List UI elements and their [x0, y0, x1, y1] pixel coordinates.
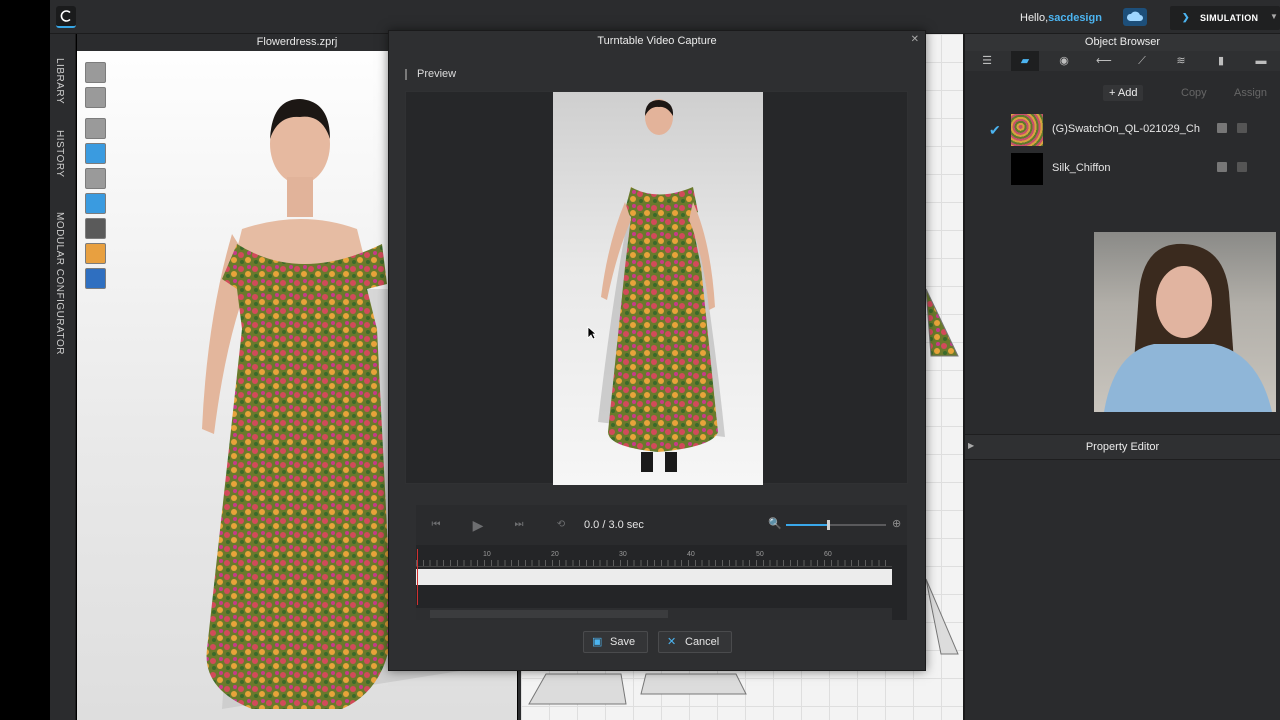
environment-icon[interactable] [85, 268, 106, 289]
cloud-icon [1126, 11, 1143, 21]
object-browser-tabs: ☰ ▰ ◉ ⟵ ⟋ ≋ ▮ ▬ [965, 51, 1280, 71]
time-display: 0.0 / 3.0 sec [584, 519, 644, 531]
fabric-render-icon[interactable] [85, 193, 106, 214]
object-browser-title: Object Browser [965, 34, 1280, 51]
cloud-sync-button[interactable] [1123, 8, 1147, 26]
preview-label: Preview [405, 69, 456, 80]
ruler-tick-label: 50 [756, 551, 764, 558]
add-label: Add [1117, 87, 1138, 99]
ruler-tick-label: 20 [551, 551, 559, 558]
close-icon[interactable]: ✕ [911, 34, 919, 45]
topstitch-icon[interactable]: ⟋ [1135, 54, 1149, 68]
object-browser-actions: + Add Copy Assign [965, 71, 1280, 111]
username-link[interactable]: sacdesign [1048, 12, 1102, 24]
app-logo-button[interactable] [56, 6, 76, 28]
clo-logo-icon [60, 10, 71, 22]
fabric-name: (G)SwatchOn_QL-021029_Ch [1052, 123, 1200, 135]
dialog-title: Turntable Video Capture [597, 35, 717, 47]
fabric-copy-icon[interactable] [1217, 123, 1227, 133]
floral-swatch-thumbnail [1011, 114, 1043, 146]
skip-to-start-icon[interactable]: ⏮ [426, 515, 446, 535]
copy-label: Copy [1181, 87, 1207, 99]
turntable-preview-image [553, 92, 763, 485]
list-icon[interactable]: ☰ [980, 54, 994, 68]
zipper-icon[interactable]: ≋ [1174, 54, 1188, 68]
side-tab-strip: LIBRARY HISTORY MODULAR CONFIGURATOR [50, 34, 76, 720]
loop-icon[interactable]: ⟲ [551, 515, 571, 535]
zoom-slider-handle[interactable] [826, 520, 830, 530]
save-button[interactable]: ▣ Save [583, 631, 648, 653]
cancel-label: Cancel [685, 636, 720, 648]
tab-modular-configurator[interactable]: MODULAR CONFIGURATOR [54, 212, 65, 355]
copy-button[interactable]: Copy [1175, 85, 1213, 101]
checkmark-icon: ✔ [989, 122, 1001, 138]
ruler-tick-marks [416, 560, 892, 566]
3d-toolbar [85, 62, 107, 293]
property-editor-header[interactable]: ▶ Property Editor [965, 434, 1280, 460]
zoom-out-icon[interactable]: 🔍 [768, 517, 782, 530]
ruler-tick-label: 30 [619, 551, 627, 558]
presenter-webcam [1094, 232, 1276, 412]
preview-avatar [598, 99, 725, 472]
timeline-zoom-slider[interactable] [786, 520, 886, 530]
playhead[interactable] [417, 549, 418, 605]
lighting-icon[interactable] [85, 243, 106, 264]
left-margin [0, 0, 50, 720]
skin-view-icon[interactable] [85, 168, 106, 189]
mouse-cursor-icon [587, 326, 597, 340]
simulation-icon: ❯ [1182, 12, 1190, 22]
cancel-button[interactable]: ✕ Cancel [658, 631, 732, 653]
preview-area [405, 91, 908, 485]
assign-button[interactable]: Assign [1228, 85, 1273, 101]
save-label: Save [610, 636, 636, 648]
turntable-video-capture-dialog: Turntable Video Capture ✕ Preview ⏮ ▶ ⏭ … [388, 30, 926, 671]
cancel-icon: ✕ [667, 636, 677, 648]
zoom-slider-fill [786, 524, 827, 526]
fabric-copy-icon[interactable] [1217, 162, 1227, 172]
ruler-tick-label: 40 [687, 551, 695, 558]
save-icon: ▣ [592, 636, 603, 648]
presenter-silhouette [1104, 243, 1272, 412]
timeline-scrollbar[interactable] [416, 608, 892, 620]
greeting: Hello,sacdesign [1020, 12, 1102, 24]
tab-history[interactable]: HISTORY [54, 130, 65, 178]
ruler-tick-label: 10 [483, 551, 491, 558]
button-icon[interactable]: ◉ [1057, 54, 1071, 68]
assign-label: Assign [1234, 87, 1268, 99]
timeline-ruler[interactable]: 10 20 30 40 50 60 [416, 549, 892, 567]
black-swatch-thumbnail [1011, 153, 1043, 185]
ruler-tick-label: 60 [824, 551, 832, 558]
trim-icon[interactable]: ▮ [1214, 54, 1228, 68]
fabric-list-item[interactable]: ✔ (G)SwatchOn_QL-021029_Ch [965, 112, 1280, 150]
play-icon[interactable]: ▶ [468, 515, 488, 535]
shadow-icon[interactable] [85, 218, 106, 239]
fabric-name: Silk_Chiffon [1052, 162, 1111, 174]
measure-icon[interactable]: ▬ [1254, 54, 1268, 68]
fabric-delete-icon[interactable] [1237, 123, 1247, 133]
playback-controls: ⏮ ▶ ⏭ ⟲ 0.0 / 3.0 sec 🔍 ⊕ [416, 505, 907, 545]
greeting-text: Hello, [1020, 12, 1049, 24]
tab-library[interactable]: LIBRARY [54, 58, 65, 104]
simulation-mode-button[interactable]: ❯ SIMULATION ▼ [1170, 6, 1280, 30]
avatar-view-icon[interactable] [85, 62, 106, 83]
scrollbar-thumb[interactable] [430, 610, 668, 618]
animation-track[interactable] [416, 569, 892, 585]
texture-view-icon[interactable] [85, 143, 106, 164]
chevron-down-icon[interactable]: ▼ [1270, 12, 1278, 21]
show-avatar-icon[interactable] [85, 118, 106, 139]
top-bar: Hello,sacdesign ❯ SIMULATION ▼ [50, 0, 1280, 34]
buttonhole-icon[interactable]: ⟵ [1096, 54, 1112, 68]
skip-to-end-icon[interactable]: ⏭ [509, 515, 529, 535]
add-button[interactable]: + Add [1103, 85, 1144, 101]
garment-view-icon[interactable] [85, 87, 106, 108]
property-editor-title: Property Editor [1085, 441, 1160, 453]
fabric-delete-icon[interactable] [1237, 162, 1247, 172]
fabric-list-item[interactable]: Silk_Chiffon [965, 151, 1280, 189]
zoom-in-icon[interactable]: ⊕ [892, 517, 901, 530]
simulation-label: SIMULATION [1200, 13, 1259, 23]
timeline-panel: ⏮ ▶ ⏭ ⟲ 0.0 / 3.0 sec 🔍 ⊕ 10 20 30 40 50… [416, 505, 907, 620]
fabric-icon[interactable]: ▰ [1011, 51, 1039, 71]
